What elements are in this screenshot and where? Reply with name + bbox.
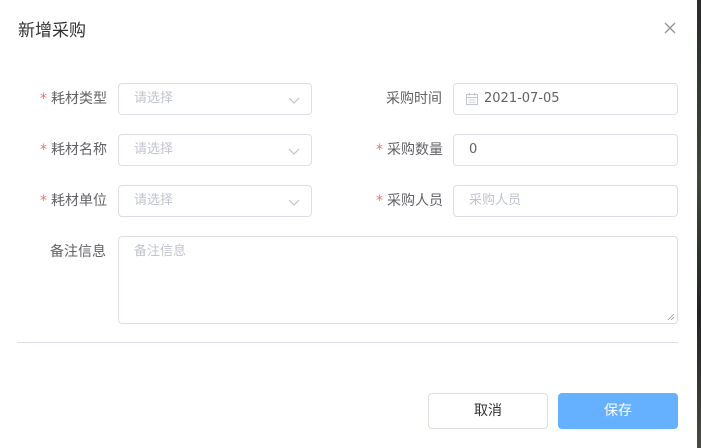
required-mark: * — [40, 91, 47, 107]
save-button[interactable]: 保存 — [558, 393, 678, 429]
dialog-title: 新增采购 — [18, 21, 86, 41]
chevron-down-icon — [288, 199, 300, 206]
purchaser-placeholder: 采购人员 — [469, 193, 522, 208]
consumable-unit-select[interactable]: 请选择 — [118, 185, 312, 217]
close-icon[interactable] — [662, 20, 678, 36]
resize-grip-icon[interactable] — [667, 313, 675, 321]
purchase-quantity-label-text: 采购数量 — [387, 142, 443, 158]
purchase-quantity-label: * 采购数量 — [376, 134, 443, 166]
remarks-textarea[interactable]: 备注信息 — [118, 236, 678, 324]
purchase-quantity-input[interactable]: 0 — [453, 134, 678, 166]
calendar-icon — [466, 93, 478, 105]
consumable-type-select[interactable]: 请选择 — [118, 83, 312, 115]
consumable-unit-placeholder: 请选择 — [134, 193, 174, 208]
remarks-placeholder: 备注信息 — [134, 244, 187, 259]
footer-divider — [17, 342, 678, 343]
cancel-button[interactable]: 取消 — [428, 393, 548, 429]
required-mark: * — [376, 142, 383, 158]
purchase-time-value: 2021-07-05 — [484, 91, 560, 106]
purchase-time-datepicker[interactable]: 2021-07-05 — [453, 83, 678, 115]
consumable-type-label-text: 耗材类型 — [51, 91, 107, 107]
purchase-time-label: 采购时间 — [386, 91, 442, 107]
required-mark: * — [376, 193, 383, 209]
purchase-quantity-value: 0 — [469, 142, 478, 157]
consumable-unit-label: * 耗材单位 — [40, 185, 107, 217]
consumable-unit-label-text: 耗材单位 — [51, 193, 107, 209]
required-mark: * — [40, 142, 47, 158]
consumable-type-label: * 耗材类型 — [40, 83, 107, 115]
consumable-name-select[interactable]: 请选择 — [118, 134, 312, 166]
purchaser-label: * 采购人员 — [376, 185, 443, 217]
chevron-down-icon — [288, 148, 300, 155]
remarks-label: 备注信息 — [50, 244, 106, 260]
purchaser-input[interactable]: 采购人员 — [453, 185, 678, 217]
add-purchase-dialog: 新增采购 * 耗材类型 请选择 采购时间 2021-07-05 * 耗材名称 请选择 — [0, 0, 697, 448]
consumable-name-label-text: 耗材名称 — [51, 142, 107, 158]
chevron-down-icon — [288, 97, 300, 104]
purchaser-label-text: 采购人员 — [387, 193, 443, 209]
background-edge — [697, 0, 701, 448]
consumable-type-placeholder: 请选择 — [134, 91, 174, 106]
consumable-name-label: * 耗材名称 — [40, 134, 107, 166]
required-mark: * — [40, 193, 47, 209]
consumable-name-placeholder: 请选择 — [134, 142, 174, 157]
